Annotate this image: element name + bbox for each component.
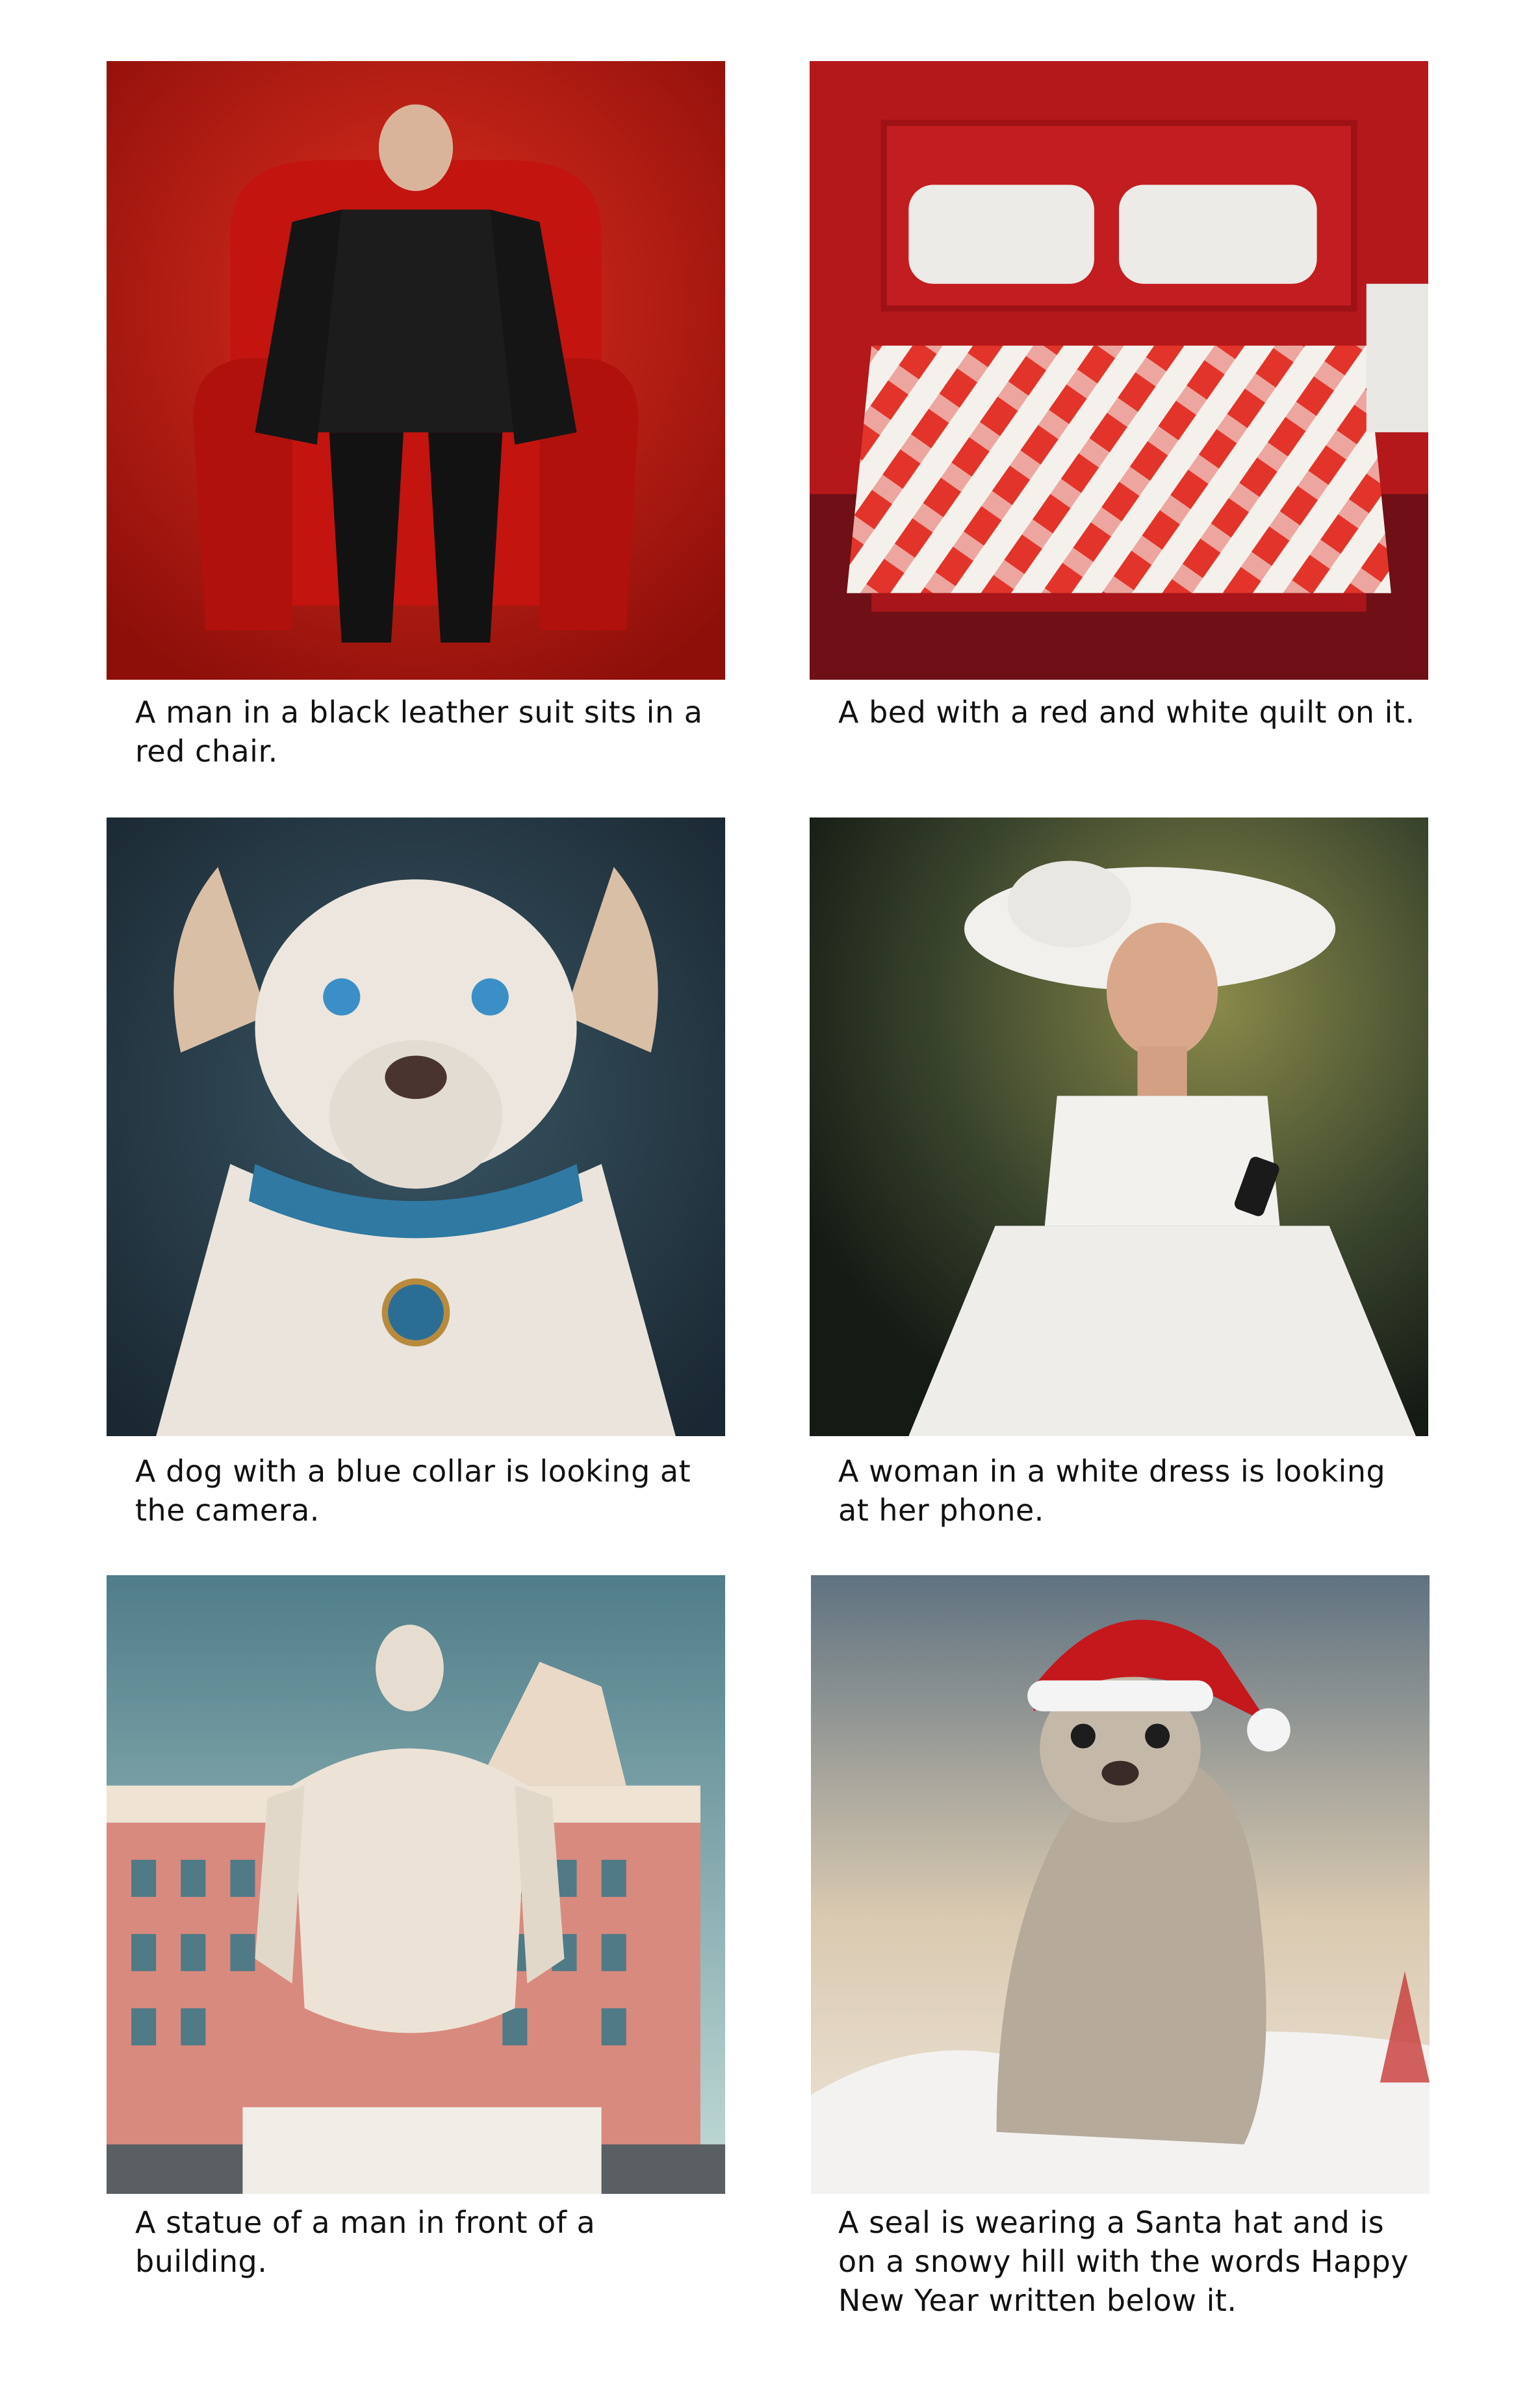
image-seal-santa-hat <box>811 1575 1430 2194</box>
caption-man-in-red-chair: A man in a black leather suit sits in a … <box>135 695 703 769</box>
caption-woman-white-dress: A woman in a white dress is looking at h… <box>838 1454 1386 1528</box>
image-woman-white-dress <box>810 817 1428 1436</box>
caption-dog-blue-collar: A dog with a blue collar is looking at t… <box>135 1454 691 1528</box>
image-statue-building <box>107 1575 725 2194</box>
caption-statue-building: A statue of a man in front of a building… <box>135 2205 596 2279</box>
image-man-in-red-chair <box>107 61 725 680</box>
caption-seal-santa-hat: A seal is wearing a Santa hat and is on … <box>838 2205 1409 2318</box>
image-bed-with-quilt <box>810 61 1428 680</box>
caption-bed-with-quilt: A bed with a red and white quilt on it. <box>838 695 1415 730</box>
image-dog-blue-collar <box>107 817 725 1436</box>
